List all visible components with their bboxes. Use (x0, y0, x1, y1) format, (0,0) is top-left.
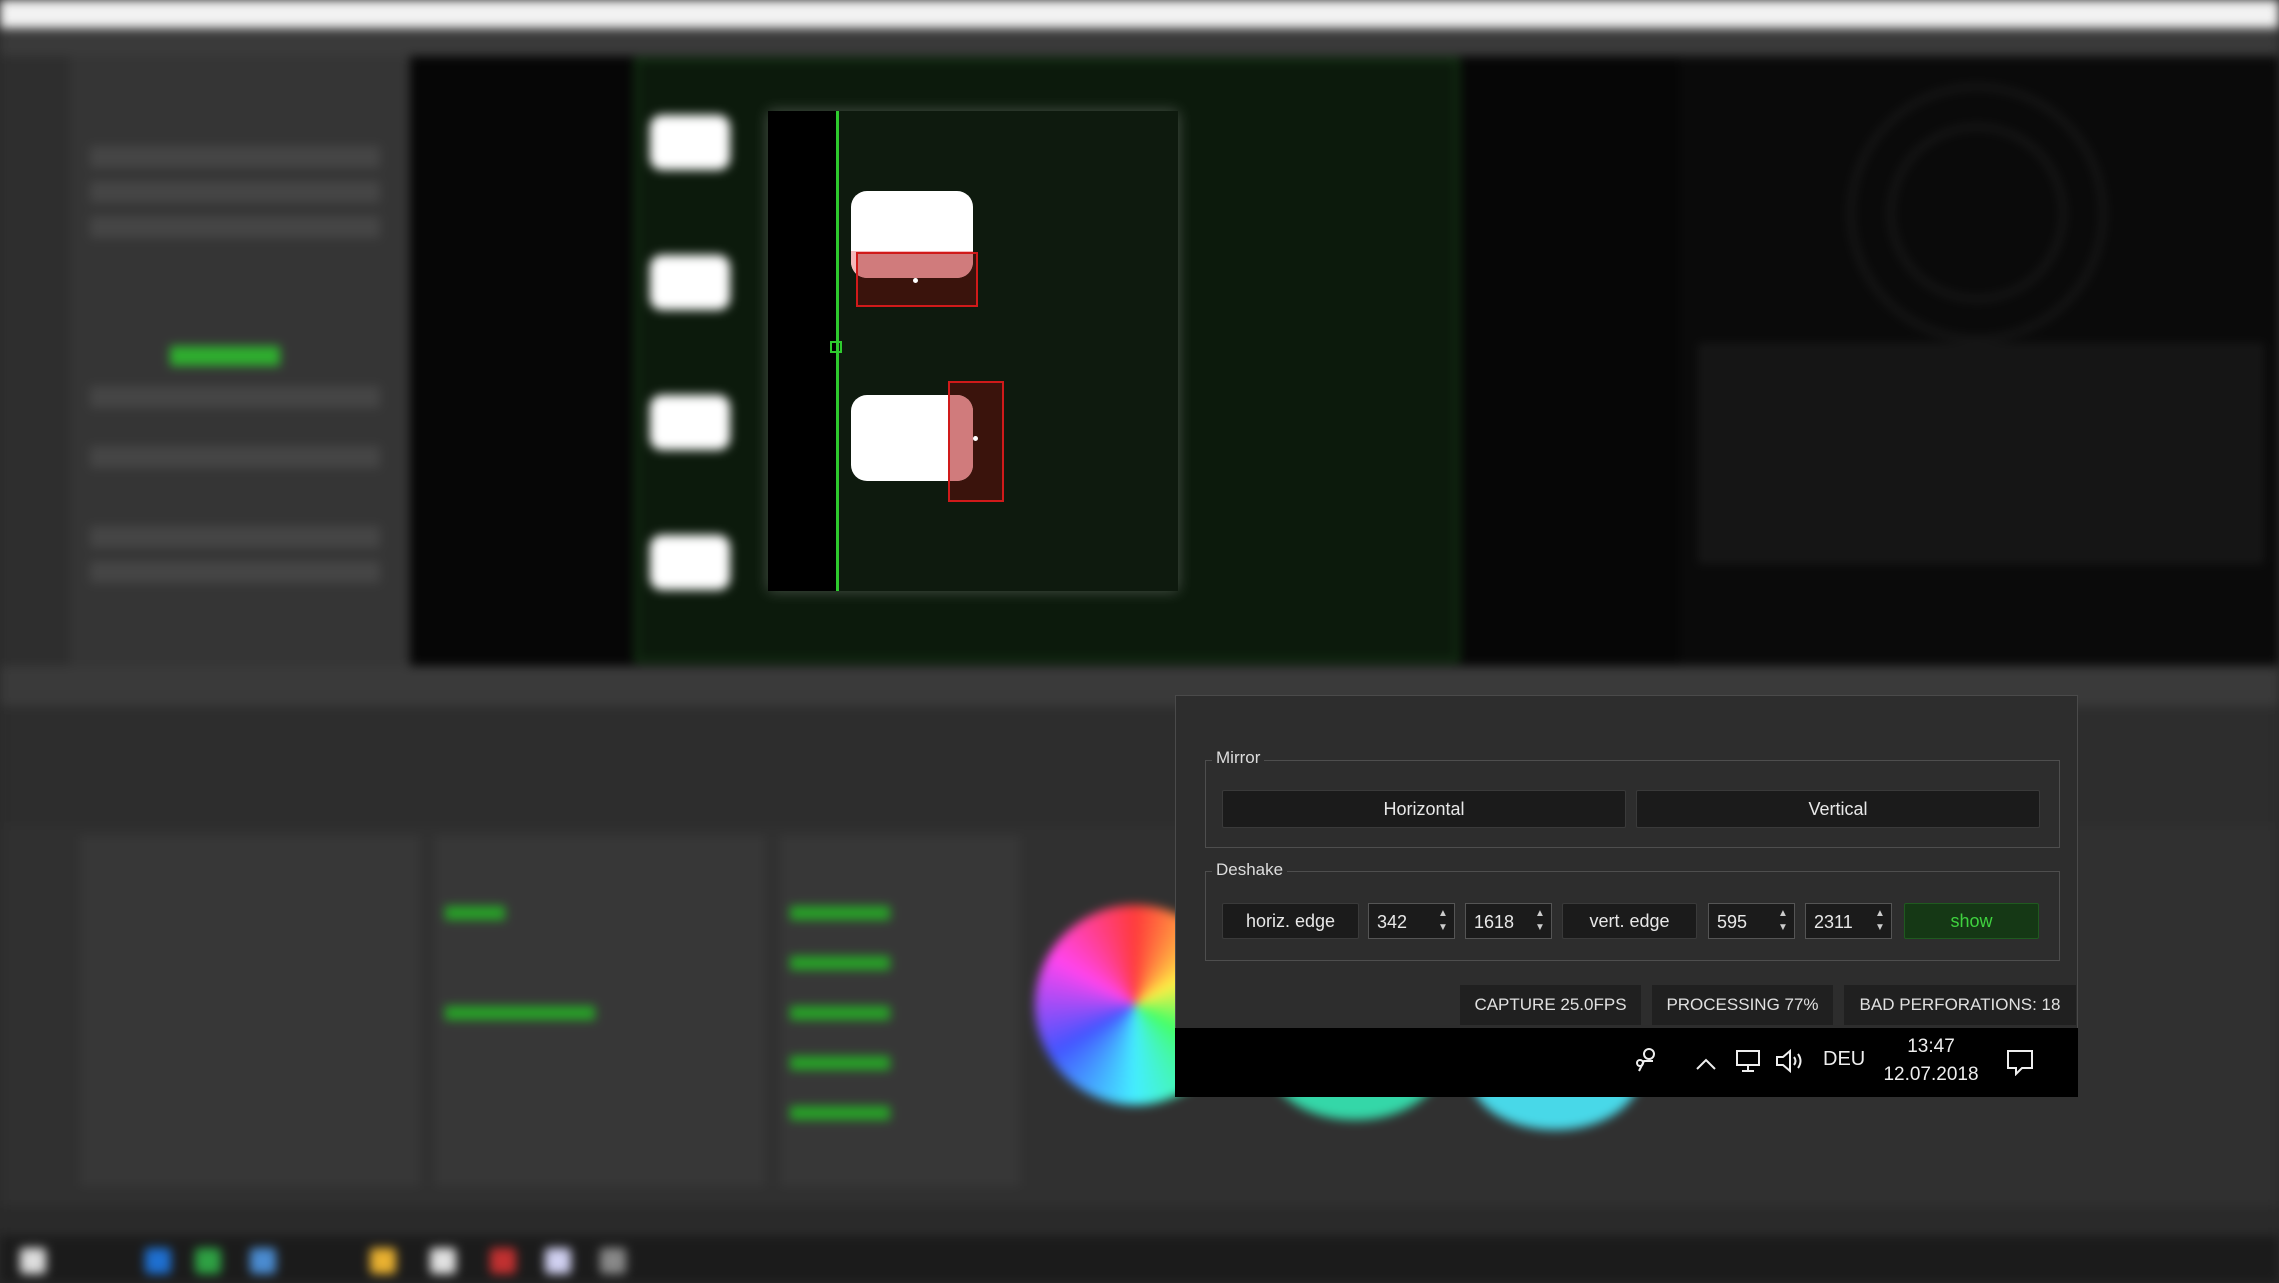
spin-up-icon[interactable]: ▲ (1435, 907, 1451, 921)
spin-down-icon[interactable]: ▼ (1872, 921, 1888, 935)
adjust-bar (790, 1106, 890, 1120)
notification-icon[interactable] (2005, 1048, 2035, 1083)
settings-row (90, 146, 380, 168)
settings-row (90, 526, 380, 548)
vert-edge-max-spinbox[interactable]: 2311 ▲ ▼ (1805, 903, 1892, 939)
network-icon[interactable] (1734, 1048, 1764, 1081)
adjust-bar (790, 1006, 890, 1020)
people-icon[interactable] (1632, 1046, 1660, 1081)
settings-row (90, 181, 380, 203)
spinbox-value: 2311 (1814, 912, 1853, 932)
mirror-title: Mirror (1212, 748, 1265, 768)
perforation-shape (650, 395, 730, 450)
adjust-bar (445, 906, 505, 920)
folder-icon (370, 1248, 396, 1274)
app-icon (545, 1248, 571, 1274)
start-icon (20, 1248, 46, 1274)
vert-edge-min-spinbox[interactable]: 595 ▲ ▼ (1708, 903, 1795, 939)
mirror-horizontal-button[interactable]: Horizontal (1222, 790, 1626, 828)
adjust-bar (790, 1056, 890, 1070)
spin-up-icon[interactable]: ▲ (1532, 907, 1548, 921)
app-icon (195, 1248, 221, 1274)
spinbox-value: 595 (1717, 912, 1748, 932)
settings-row (90, 386, 380, 408)
clock-date[interactable]: 12.07.2018 (1877, 1064, 1985, 1086)
horiz-edge-max-spinbox[interactable]: 1618 ▲ ▼ (1465, 903, 1552, 939)
spinbox-value: 1618 (1474, 912, 1515, 932)
app-icon (600, 1248, 626, 1274)
perforation-shape (650, 535, 730, 590)
app-menu-bar (0, 28, 2279, 56)
adjust-bar (790, 906, 890, 920)
perforation-shape (650, 255, 730, 310)
tool-sidebar (0, 56, 70, 666)
windows-taskbar (0, 1236, 2279, 1283)
horiz-edge-min-spinbox[interactable]: 342 ▲ ▼ (1368, 903, 1455, 939)
browser-icon (145, 1248, 171, 1274)
perforation-shape (650, 115, 730, 170)
processing-status: PROCESSING 77% (1652, 985, 1833, 1025)
color-adjust-panel (780, 836, 1020, 1186)
vert-edge-button[interactable]: vert. edge (1562, 903, 1697, 939)
show-button[interactable]: show (1904, 903, 2039, 939)
app-icon (250, 1248, 276, 1274)
app-title-bar (0, 0, 2279, 28)
spin-down-icon[interactable]: ▼ (1435, 921, 1451, 935)
detection-center-top (913, 278, 918, 283)
settings-row (90, 216, 380, 238)
adjust-panel (435, 836, 765, 1186)
app-icon (490, 1248, 516, 1274)
vectorscope-ring (1890, 126, 2064, 300)
spin-down-icon[interactable]: ▼ (1775, 921, 1791, 935)
spin-up-icon[interactable]: ▲ (1775, 907, 1791, 921)
capture-status: CAPTURE 25.0FPS (1460, 985, 1641, 1025)
settings-row (90, 446, 380, 468)
settings-slider (170, 346, 280, 366)
chevron-up-icon[interactable] (1694, 1050, 1718, 1081)
perforation-detail-view (768, 111, 1178, 591)
deshake-title: Deshake (1212, 860, 1288, 880)
spin-down-icon[interactable]: ▼ (1532, 921, 1548, 935)
horiz-edge-button[interactable]: horiz. edge (1222, 903, 1359, 939)
volume-icon[interactable] (1774, 1048, 1806, 1081)
detection-center-bottom (973, 436, 978, 441)
app-status-bar (0, 1206, 2279, 1236)
language-indicator[interactable]: DEU (1823, 1048, 1865, 1071)
adjust-bar (790, 956, 890, 970)
bad-perforations-status: BAD PERFORATIONS: 18 (1844, 985, 2076, 1025)
spin-up-icon[interactable]: ▲ (1872, 907, 1888, 921)
settings-row (90, 561, 380, 583)
adjust-bar (445, 1006, 595, 1020)
detection-box-bottom (948, 381, 1004, 502)
file-list-panel (80, 836, 420, 1186)
mirror-vertical-button[interactable]: Vertical (1636, 790, 2040, 828)
spinbox-value: 342 (1377, 912, 1408, 932)
clock-time[interactable]: 13:47 (1883, 1036, 1979, 1058)
film-edge (768, 111, 836, 591)
app-icon (430, 1248, 456, 1274)
histogram (1700, 345, 2262, 562)
edge-guide-handle[interactable] (830, 341, 842, 353)
